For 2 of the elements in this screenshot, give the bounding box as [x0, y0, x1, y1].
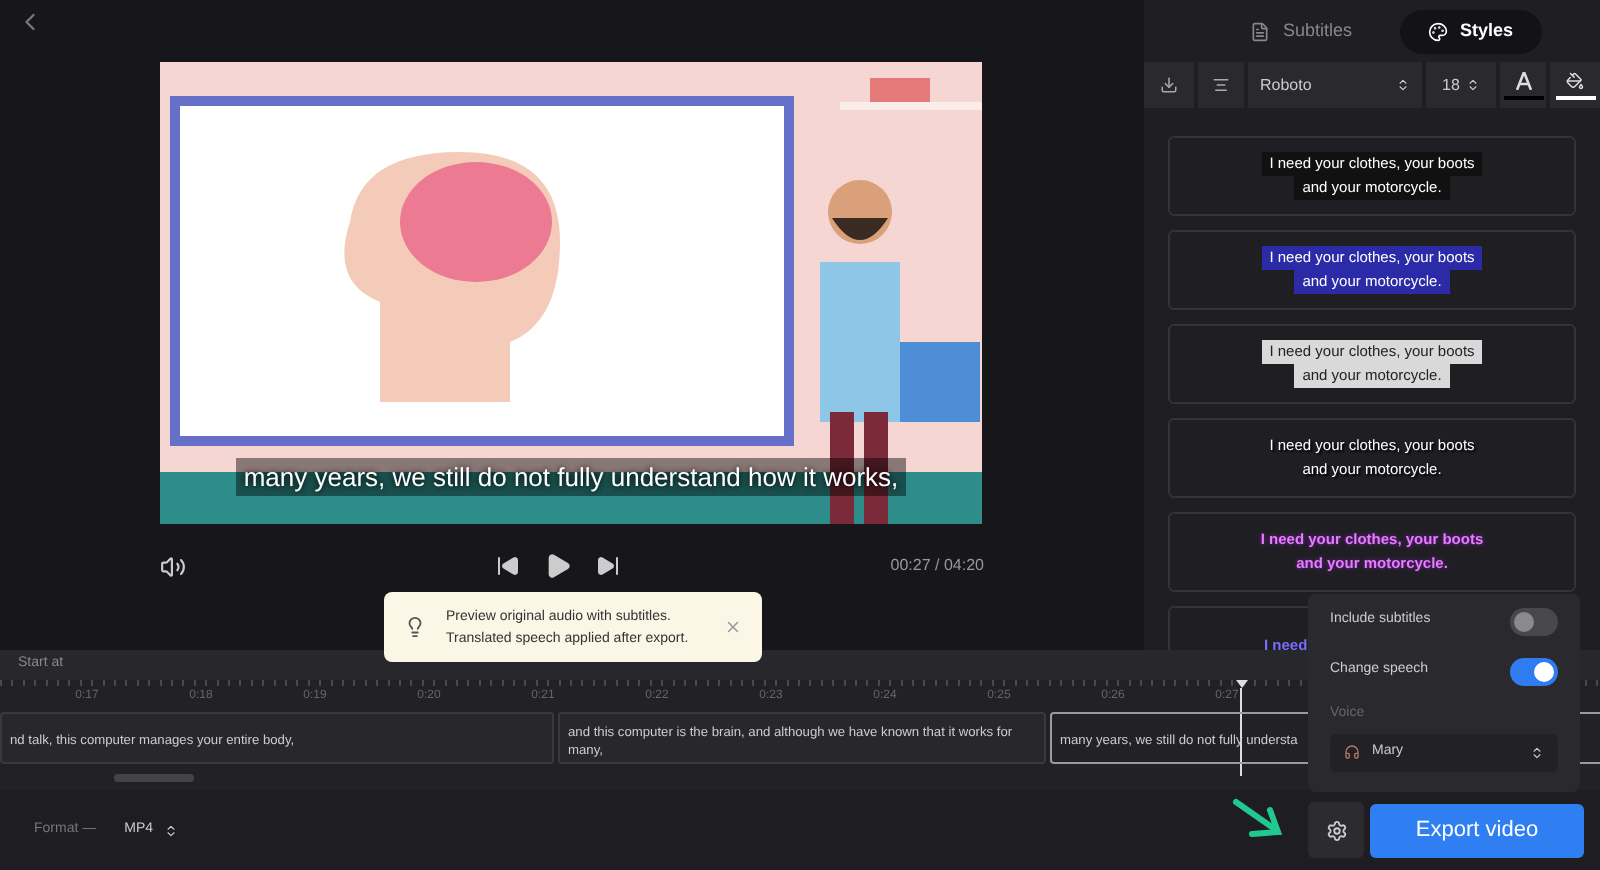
- time-display: 00:27 / 04:20: [890, 554, 984, 578]
- subtitle-caption: many years, we still do not fully understand how it works,: [235, 457, 907, 496]
